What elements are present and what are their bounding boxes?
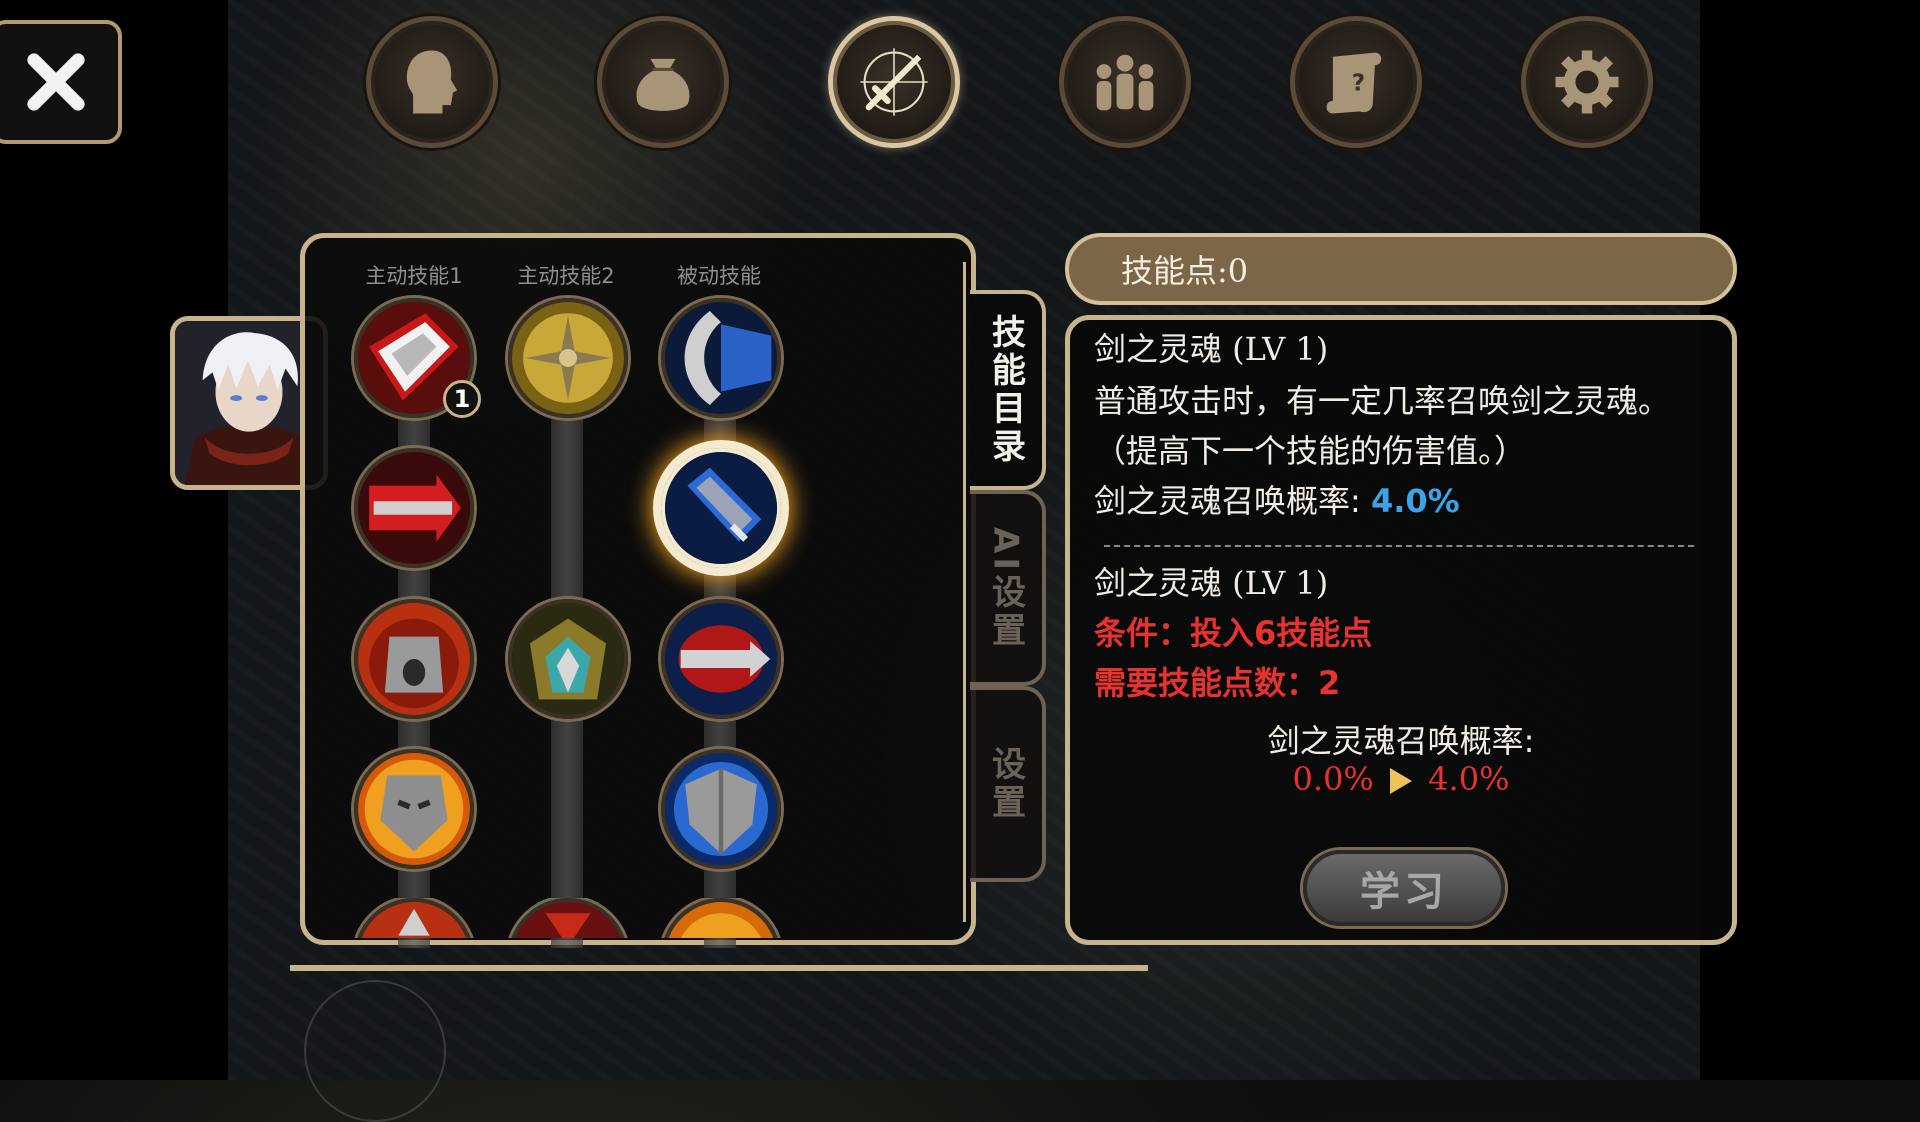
tab-skill-catalog[interactable]: 技能目录 bbox=[970, 290, 1046, 490]
head-silhouette-icon bbox=[406, 50, 458, 114]
upgrade-stat-change: 0.0% 4.0% bbox=[1070, 760, 1732, 798]
roaring-face-icon bbox=[358, 603, 470, 715]
skill-roaring-face[interactable] bbox=[354, 599, 474, 719]
party-icon bbox=[1096, 54, 1154, 111]
skill-blood-blade[interactable] bbox=[661, 599, 781, 719]
nav-party-button[interactable] bbox=[1059, 16, 1191, 148]
skill-row-5-partial-3 bbox=[661, 898, 781, 938]
red-thrust-icon bbox=[358, 452, 470, 564]
nav-inventory-button[interactable] bbox=[597, 16, 729, 148]
skill-list-scrollbar[interactable] bbox=[963, 262, 966, 922]
upgrade-arrow-icon bbox=[1390, 768, 1412, 794]
skill-blue-blade-passive[interactable] bbox=[661, 298, 781, 418]
upgrade-stat-label: 剑之灵魂召唤概率: bbox=[1267, 722, 1535, 760]
skill-description-line2: （提高下一个技能的伤害值。） bbox=[1094, 432, 1527, 470]
skill-level-badge: 1 bbox=[443, 380, 481, 418]
column-header-active-1: 主动技能1 bbox=[365, 264, 463, 288]
nav-skills-button[interactable] bbox=[828, 16, 960, 148]
skill-row-5-partial bbox=[354, 898, 474, 938]
partial-skill-icon bbox=[665, 902, 777, 938]
column-header-active-2: 主动技能2 bbox=[517, 264, 615, 288]
blue-blade-icon bbox=[665, 302, 777, 414]
left-letterbox bbox=[0, 0, 228, 1080]
tab-ai-settings[interactable]: AI设置 bbox=[970, 490, 1046, 686]
close-x-icon bbox=[27, 53, 85, 111]
partial-skill-icon bbox=[512, 902, 624, 938]
unlock-condition: 条件：投入6技能点 bbox=[1094, 614, 1373, 652]
skill-info-panel: 剑之灵魂 (LV 1) 普通攻击时，有一定几率召唤剑之灵魂。 （提高下一个技能的… bbox=[1065, 315, 1737, 945]
nav-character-button[interactable] bbox=[366, 16, 498, 148]
panel-bottom-rule bbox=[290, 965, 1148, 971]
learn-button-label: 学习 bbox=[1360, 869, 1448, 915]
tab-settings-label: 设置 bbox=[985, 746, 1026, 822]
tab-skill-catalog-label: 技能目录 bbox=[985, 314, 1026, 466]
nav-settings-button[interactable] bbox=[1521, 16, 1653, 148]
required-points: 需要技能点数：2 bbox=[1094, 664, 1341, 702]
skill-points-text: 技能点:0 bbox=[1121, 252, 1249, 290]
blood-blade-icon bbox=[665, 603, 777, 715]
virtual-joystick-ring[interactable] bbox=[304, 980, 446, 1122]
skill-armor-aura[interactable] bbox=[508, 599, 628, 719]
quest-scroll-icon: ? bbox=[1326, 52, 1382, 114]
learn-button[interactable]: 学习 bbox=[1303, 850, 1505, 926]
skill-red-thrust[interactable] bbox=[354, 448, 474, 568]
current-stat-label: 剑之灵魂召唤概率: bbox=[1094, 482, 1361, 520]
tab-settings[interactable]: 设置 bbox=[970, 686, 1046, 882]
sword-compass-icon bbox=[860, 48, 928, 116]
current-stat-row: 剑之灵魂召唤概率: 4.0% bbox=[1094, 476, 1460, 522]
skill-sword-spirit[interactable] bbox=[661, 448, 781, 568]
upgrade-to-value: 4.0% bbox=[1428, 760, 1510, 798]
current-skill-title: 剑之灵魂 (LV 1) bbox=[1094, 330, 1329, 368]
section-divider bbox=[1104, 545, 1694, 547]
skill-points-bar: 技能点:0 bbox=[1065, 233, 1737, 305]
column-header-passive: 被动技能 bbox=[677, 264, 761, 288]
golden-burst-icon bbox=[512, 302, 624, 414]
next-skill-title: 剑之灵魂 (LV 1) bbox=[1094, 564, 1329, 602]
bag-icon bbox=[636, 58, 690, 111]
ice-shield-icon bbox=[665, 753, 777, 865]
svg-text:?: ? bbox=[1352, 70, 1365, 96]
skill-partial-3[interactable] bbox=[661, 898, 781, 938]
sword-spirit-icon bbox=[665, 452, 777, 564]
skill-tree-panel: 主动技能1 主动技能2 被动技能 1 bbox=[300, 233, 976, 948]
skill-row-5-partial-2 bbox=[508, 898, 628, 938]
skill-description-line1: 普通攻击时，有一定几率召唤剑之灵魂。 bbox=[1094, 382, 1671, 420]
nav-quest-button[interactable]: ? bbox=[1290, 16, 1422, 148]
skill-partial-2[interactable] bbox=[508, 898, 628, 938]
tab-ai-settings-label: AI设置 bbox=[985, 526, 1026, 650]
upgrade-from-value: 0.0% bbox=[1292, 760, 1374, 798]
partial-skill-icon bbox=[358, 902, 470, 938]
fire-mask-icon bbox=[358, 753, 470, 865]
skill-ice-shield[interactable] bbox=[661, 749, 781, 869]
gear-icon bbox=[1555, 50, 1619, 114]
armor-aura-icon bbox=[512, 603, 624, 715]
close-button[interactable] bbox=[0, 20, 122, 144]
skill-partial-1[interactable] bbox=[354, 898, 474, 938]
skill-fire-mask[interactable] bbox=[354, 749, 474, 869]
skill-golden-burst[interactable] bbox=[508, 298, 628, 418]
current-stat-value: 4.0% bbox=[1370, 482, 1460, 520]
